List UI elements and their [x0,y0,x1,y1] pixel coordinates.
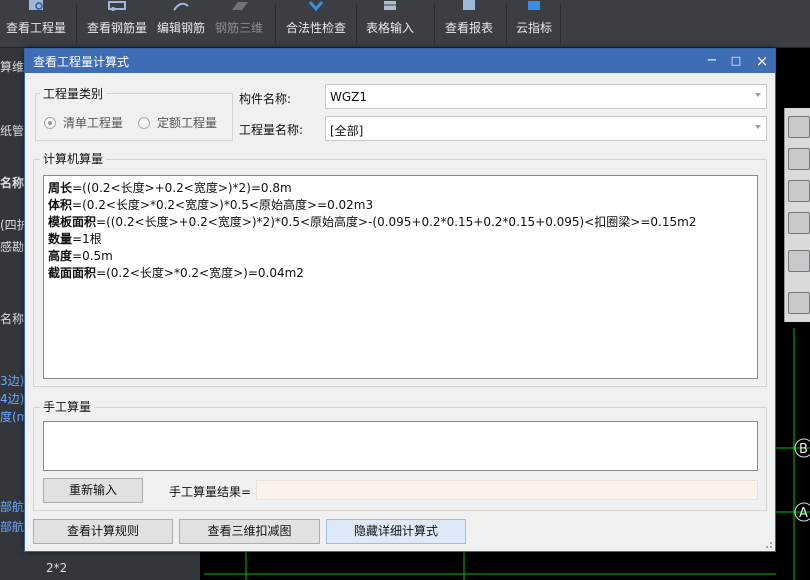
panel-text: 部航 [0,500,24,514]
manual-calc-textbox[interactable] [43,421,758,471]
manual-result-label: 手工算量结果= [169,485,252,499]
minimize-icon[interactable]: − [701,51,723,71]
rebar-icon [108,1,126,11]
axis-label-a: A [799,506,808,521]
rotate-icon[interactable] [788,250,810,272]
panel-text: 名称 [0,312,24,326]
component-name-label: 构件名称: [239,92,292,106]
quantity-name-select[interactable]: [全部] [325,116,767,141]
maximize-icon[interactable]: □ [725,51,747,71]
edit-rebar-button[interactable]: 编辑钢筋 [154,0,208,46]
view-3d-icon[interactable] [788,148,810,170]
formula-line: 周长=((0.2<长度>+0.2<宽度>)*2)=0.8m [48,181,292,195]
category-legend: 工程量类别 [40,85,107,102]
close-icon[interactable]: × [751,51,773,71]
computer-calc-legend: 计算机算量 [40,150,107,167]
dialog-title: 查看工程量计算式 [33,55,130,69]
reenter-button[interactable]: 重新输入 [43,478,143,503]
panel-text: 纸管 [0,124,24,138]
chevron-down-icon [755,125,761,129]
radio-bill-quantity[interactable]: 清单工程量 [44,114,123,131]
edit-rebar-icon [173,2,189,11]
radio-checked-icon [44,116,56,129]
left-property-panel: 算维 纸管 名称 (四护 感勘 名称 3边) 4边) 度(mm 部航 部航 [0,48,24,580]
report-icon [29,0,43,10]
view-toolbar [784,108,810,322]
cloud-index-icon [528,1,540,10]
view-calc-rules-button[interactable]: 查看计算规则 [33,519,173,544]
formula-line: 高度=0.5m [48,249,113,263]
formula-textbox[interactable]: 周长=((0.2<长度>+0.2<宽度>)*2)=0.8m 体积=(0.2<长度… [43,175,758,379]
formula-line: 数量=1根 [48,232,102,246]
view-3d-deduct-button[interactable]: 查看三维扣减图 [179,519,320,544]
manual-result-field [256,480,758,500]
dialog-titlebar[interactable]: 查看工程量计算式 − □ × [25,49,775,73]
panel-text: 3边) [0,374,24,388]
panel-cell: 2*2 [46,561,68,575]
layer-icon[interactable] [788,292,810,314]
main-toolbar: 查看工程量 查看钢筋量 编辑钢筋 钢筋三维 合法性检查 表格输入 查看报表 云指… [0,0,810,48]
cube-icon[interactable] [788,180,810,202]
quantity-name-label: 工程量名称: [239,123,304,137]
resize-grip-icon[interactable] [763,539,773,549]
rebar-3d-icon [232,2,248,10]
rebar-3d-button[interactable]: 钢筋三维 [212,0,266,46]
formula-line: 模板面积=((0.2<长度>+0.2<宽度>)*2)*0.5<原始高度>-(0.… [48,215,697,229]
table-input-button[interactable]: 表格输入 [362,0,418,46]
panel-text: 部航 [0,520,24,534]
cloud-index-button[interactable]: 云指标 [512,0,556,46]
panel-text: 名称 [0,176,24,190]
component-name-select[interactable]: WGZ1 [325,84,767,109]
formula-line: 体积=(0.2<长度>*0.2<宽度>)*0.5<原始高度>=0.02m3 [48,198,374,212]
panel-text: (四护 [0,218,24,232]
view-rebar-button[interactable]: 查看钢筋量 [84,0,150,46]
table-icon [384,1,396,10]
manual-calc-legend: 手工算量 [40,398,95,415]
quantity-formula-dialog: 查看工程量计算式 − □ × 工程量类别 清单工程量 定额工程量 构件名称: W… [24,48,776,552]
axis-label-b: B [799,442,808,457]
panel-text: 算维 [0,60,24,74]
view-report-icon [463,0,475,10]
check-icon [308,1,324,12]
view-report-button[interactable]: 查看报表 [440,0,498,46]
category-group: 工程量类别 清单工程量 定额工程量 [35,85,233,141]
panel-text: 4边) [0,392,24,406]
box-icon[interactable] [788,212,810,234]
panel-text: 度(mm [0,410,24,424]
radio-unchecked-icon [138,116,150,129]
validity-check-button[interactable]: 合法性检查 [282,0,350,46]
hide-detail-formula-button[interactable]: 隐藏详细计算式 [326,519,466,544]
view-quantity-button[interactable]: 查看工程量 [2,0,70,46]
orbit-icon[interactable] [788,116,810,138]
bottom-left-panel: 2*2 [0,552,200,580]
radio-quota-quantity[interactable]: 定额工程量 [138,114,217,131]
formula-line: 截面面积=(0.2<长度>*0.2<宽度>)=0.04m2 [48,266,304,280]
panel-text: 感勘 [0,240,24,254]
chevron-down-icon [755,93,761,97]
